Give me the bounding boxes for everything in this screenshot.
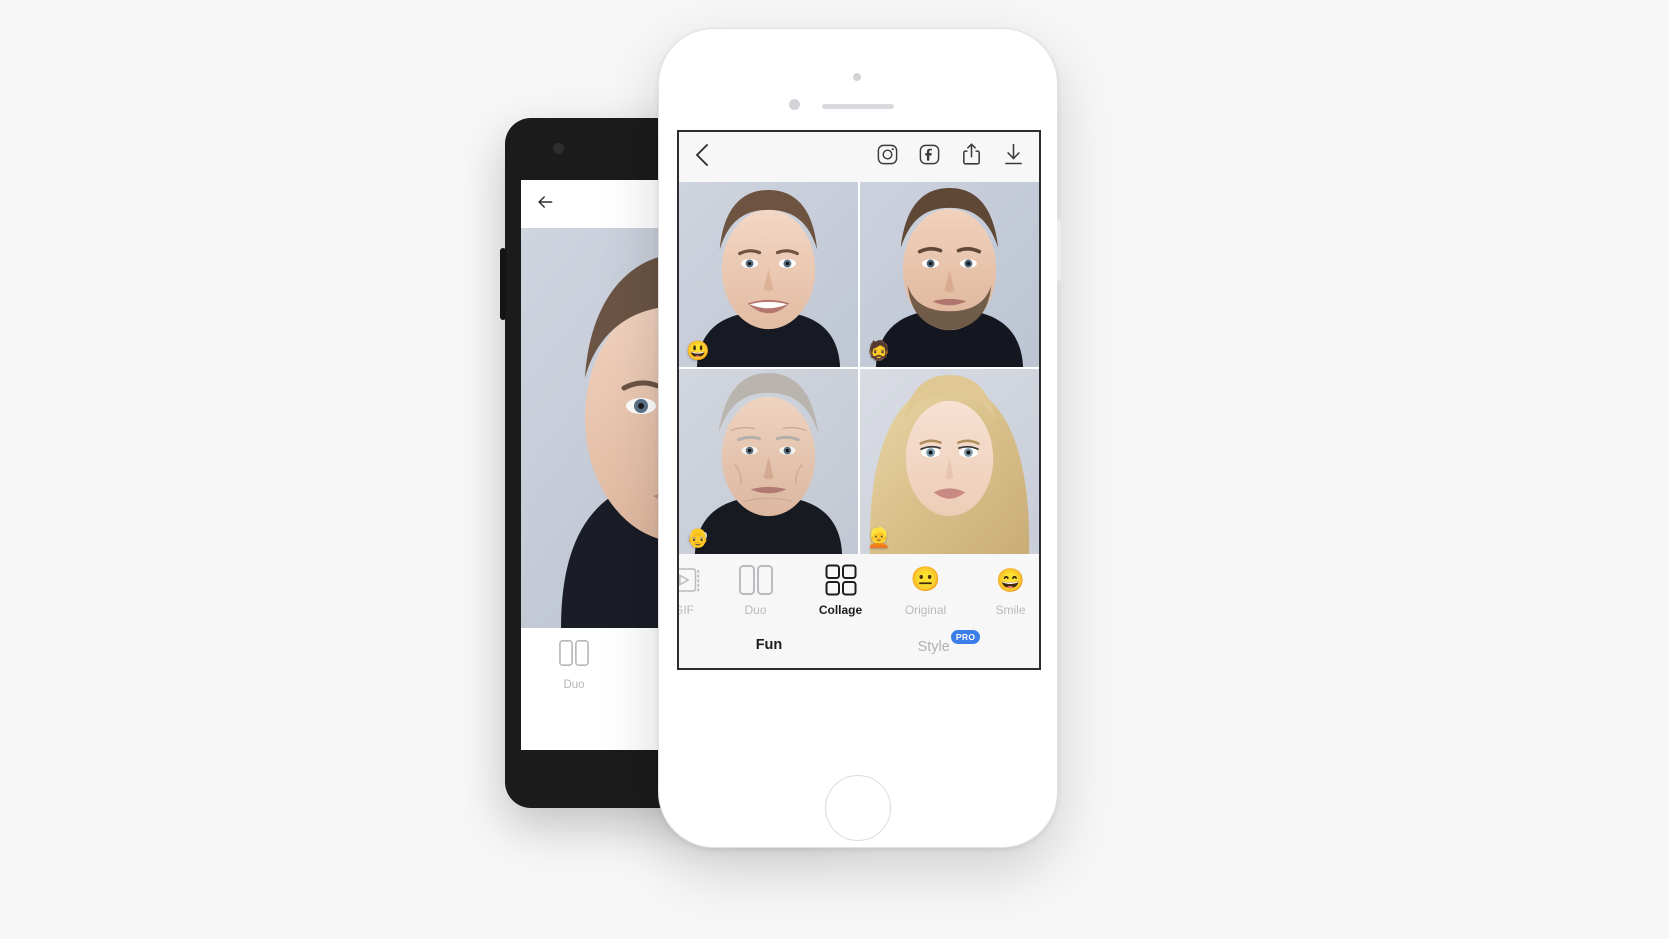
tile-female[interactable]: 👱 (860, 369, 1039, 554)
tab-original[interactable]: 😐 Original (883, 564, 968, 618)
tab-original-label: Original (904, 603, 947, 617)
android-tab-duo-label: Duo (563, 679, 585, 691)
smile-face-emoji: 😄 (996, 566, 1025, 593)
tab-smile-label: Smile (995, 603, 1026, 617)
tile-beard[interactable]: 🧔 (860, 182, 1039, 367)
iphone-home-button[interactable] (825, 775, 891, 841)
tab-duo-label: Duo (744, 603, 767, 617)
filter-tab-strip[interactable]: GIF Duo (679, 554, 1039, 626)
tab-gif-label: GIF (679, 603, 694, 617)
back-chevron-icon[interactable] (693, 142, 711, 173)
screenshot-stage: Duo Collage (0, 0, 1669, 939)
tab-gif[interactable]: GIF (679, 564, 713, 617)
app-toolbar (679, 132, 1039, 182)
iphone-sensor-dot (853, 73, 861, 81)
android-tab-duo[interactable]: Duo (538, 638, 610, 691)
mode-style-label: Style (917, 638, 950, 655)
photo-canvas: 😃 🧔 👴 👱 (679, 182, 1039, 554)
neutral-face-emoji: 😐 (910, 566, 941, 593)
old-badge: 👴 (686, 528, 710, 549)
tab-duo[interactable]: Duo (713, 564, 798, 617)
facebook-icon[interactable] (918, 143, 941, 171)
collage-face-smile (679, 182, 858, 367)
mode-strip: Fun StylePRO (679, 626, 1039, 668)
share-upload-icon[interactable] (960, 142, 983, 172)
mode-style[interactable]: StylePRO (859, 630, 1039, 655)
pro-badge: PRO (950, 630, 981, 645)
iphone-screen: 😃 🧔 👴 👱 IF Duo Collage 😐 Original 😄 Smil… (677, 130, 1041, 670)
collage-grid[interactable]: 😃 🧔 👴 👱 (679, 182, 1039, 554)
collage-face-beard (860, 182, 1039, 367)
female-badge: 👱 (867, 528, 891, 549)
duo-split-icon (738, 564, 774, 596)
app-bottom-bar: GIF Duo (679, 554, 1039, 668)
smile-badge: 😃 (686, 341, 710, 362)
collage-face-old (679, 369, 858, 554)
mode-fun-label: Fun (755, 637, 783, 653)
duo-split-icon (558, 638, 590, 673)
iphone-mockup: 😃 🧔 👴 👱 IF Duo Collage 😐 Original 😄 Smil… (658, 28, 1061, 848)
beard-badge: 🧔 (867, 341, 891, 362)
tile-old[interactable]: 👴 (679, 369, 858, 554)
back-arrow-icon[interactable] (535, 192, 555, 217)
mode-fun[interactable]: Fun (679, 637, 859, 653)
collage-grid-icon (825, 564, 857, 596)
tab-collage-label: Collage (818, 603, 863, 617)
gif-film-icon (679, 564, 701, 596)
android-side-button[interactable] (500, 248, 506, 320)
android-front-camera (553, 143, 564, 154)
instagram-icon[interactable] (876, 143, 899, 171)
tab-smile[interactable]: 😄 Smile (968, 564, 1039, 617)
download-icon[interactable] (1002, 142, 1025, 172)
iphone-side-button[interactable] (1057, 219, 1061, 281)
iphone-earpiece-speaker (822, 104, 894, 109)
iphone-front-camera (789, 99, 800, 110)
toolbar-actions (876, 142, 1025, 172)
tile-smile[interactable]: 😃 (679, 182, 858, 367)
tab-collage[interactable]: Collage (798, 564, 883, 617)
collage-face-female (860, 369, 1039, 554)
